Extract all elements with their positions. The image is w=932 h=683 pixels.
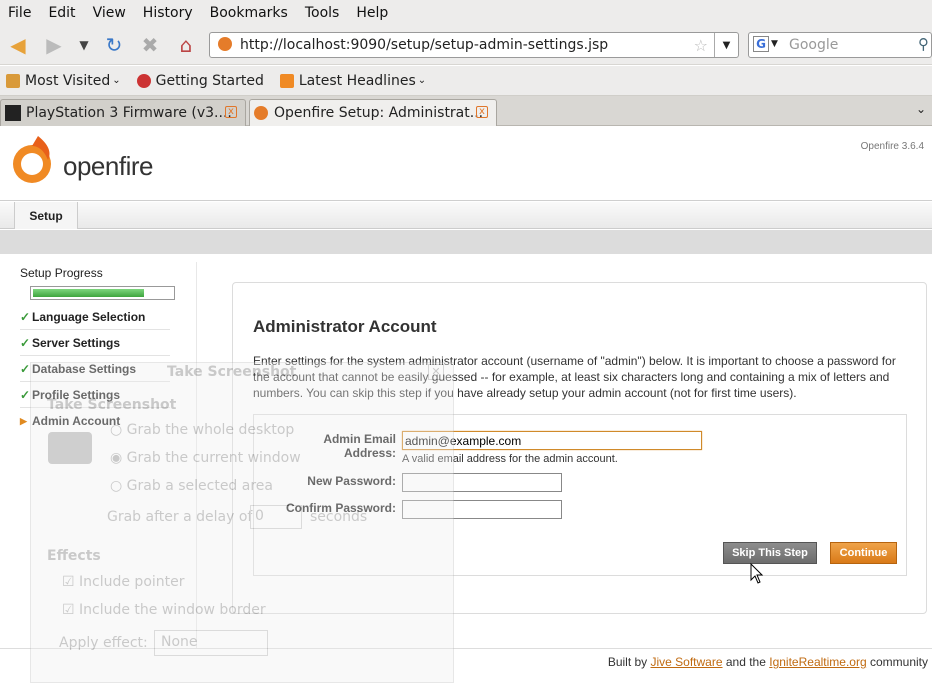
openfire-logo-text: openfire bbox=[63, 151, 153, 181]
close-tab-icon[interactable]: x bbox=[476, 106, 488, 118]
setup-sidebar: Setup Progress ✓ Language Selection ✓ Serv… bbox=[20, 266, 180, 434]
step-language: ✓ Language Selection bbox=[20, 304, 170, 330]
site-favicon-icon bbox=[218, 37, 232, 51]
step-label: Profile Settings bbox=[32, 387, 121, 402]
history-dropdown-icon[interactable]: ▼ bbox=[72, 33, 96, 57]
bookmark-label: Getting Started bbox=[155, 72, 264, 89]
sidebar-divider bbox=[196, 262, 197, 662]
ps-favicon-icon bbox=[5, 105, 21, 121]
bookmark-star-icon[interactable]: ☆ bbox=[694, 36, 708, 55]
panel-description: Enter settings for the system administra… bbox=[253, 354, 896, 400]
menu-file[interactable]: File bbox=[8, 5, 31, 21]
menu-edit[interactable]: Edit bbox=[48, 5, 75, 21]
confirm-password-field[interactable] bbox=[402, 500, 562, 519]
folder-icon bbox=[6, 73, 20, 88]
footer-middle: and the bbox=[722, 655, 770, 669]
search-placeholder: Google bbox=[789, 37, 839, 53]
step-label: Admin Account bbox=[32, 414, 121, 428]
menu-bar: File Edit View History Bookmarks Tools H… bbox=[0, 0, 932, 25]
menu-tools[interactable]: Tools bbox=[305, 5, 340, 21]
step-profile: ✓ Profile Settings bbox=[20, 382, 170, 408]
new-password-label: New Password: bbox=[307, 474, 396, 488]
reload-icon[interactable]: ↻ bbox=[102, 33, 126, 57]
bookmark-label: Latest Headlines bbox=[298, 72, 416, 89]
bookmarks-toolbar: Most Visited ⌄ Getting Started Latest Hea… bbox=[0, 66, 932, 96]
checkmark-icon: ✓ bbox=[20, 387, 31, 402]
tab-label: Openfire Setup: Administrat... bbox=[274, 105, 484, 121]
home-icon[interactable]: ⌂ bbox=[174, 33, 198, 57]
url-bar[interactable]: http://localhost:9090/setup/setup-admin-… bbox=[209, 32, 739, 58]
step-label: Server Settings bbox=[32, 335, 121, 350]
page-footer: Built by Jive Software and the IgniteRea… bbox=[0, 648, 932, 683]
checkmark-icon: ✓ bbox=[20, 335, 31, 350]
skip-step-button[interactable]: Skip This Step bbox=[723, 542, 817, 564]
ignite-realtime-link[interactable]: IgniteRealtime.org bbox=[769, 655, 866, 669]
close-tab-icon[interactable]: x bbox=[225, 106, 237, 118]
openfire-favicon-icon bbox=[254, 106, 268, 120]
step-server: ✓ Server Settings bbox=[20, 330, 170, 356]
openfire-logo-icon bbox=[13, 136, 51, 183]
engine-dropdown-icon[interactable]: ▼ bbox=[771, 39, 778, 49]
footer-prefix: Built by bbox=[607, 655, 651, 669]
tab-openfire-setup[interactable]: Openfire Setup: Administrat... x bbox=[249, 99, 497, 126]
search-icon[interactable]: ⚲ bbox=[918, 35, 929, 53]
version-label: Openfire 3.6.4 bbox=[860, 141, 924, 152]
checkmark-icon: ✓ bbox=[20, 361, 31, 376]
chevron-down-icon: ⌄ bbox=[417, 75, 427, 86]
bookmark-most-visited[interactable]: Most Visited ⌄ bbox=[6, 73, 121, 89]
progress-bar bbox=[30, 286, 175, 300]
page-content: openfire Openfire 3.6.4 Setup Setup Prog… bbox=[0, 126, 932, 683]
admin-account-panel: Administrator Account Enter settings for… bbox=[232, 282, 927, 614]
url-text: http://localhost:9090/setup/setup-admin-… bbox=[240, 37, 609, 53]
bookmark-label: Most Visited bbox=[25, 72, 111, 89]
progress-fill bbox=[33, 289, 145, 297]
menu-view[interactable]: View bbox=[93, 5, 126, 21]
footer-suffix: community bbox=[866, 655, 928, 669]
jive-software-link[interactable]: Jive Software bbox=[651, 655, 723, 669]
google-engine-icon[interactable]: G bbox=[753, 36, 769, 52]
openfire-header: openfire Openfire 3.6.4 bbox=[0, 126, 932, 201]
email-field[interactable] bbox=[402, 431, 702, 450]
bookmark-latest-headlines[interactable]: Latest Headlines ⌄ bbox=[279, 72, 427, 89]
subnav-bar bbox=[0, 230, 932, 254]
step-admin: ▶ Admin Account bbox=[20, 408, 170, 434]
email-hint: A valid email address for the admin acco… bbox=[402, 453, 618, 465]
tab-playstation[interactable]: PlayStation 3 Firmware (v3.... x bbox=[0, 99, 246, 126]
menu-history[interactable]: History bbox=[143, 5, 193, 21]
new-password-field[interactable] bbox=[402, 473, 562, 492]
chevron-down-icon: ⌄ bbox=[112, 75, 121, 86]
tab-setup[interactable]: Setup bbox=[14, 202, 78, 229]
tab-list-icon[interactable]: ⌄ bbox=[916, 102, 926, 116]
mouse-pointer-icon bbox=[750, 563, 764, 584]
admin-form: Admin Email Address: A valid email addre… bbox=[253, 414, 907, 576]
continue-button[interactable]: Continue bbox=[830, 542, 897, 564]
forward-arrow-icon[interactable]: ▶ bbox=[42, 33, 66, 57]
step-list: ✓ Language Selection ✓ Server Settings ✓ Da… bbox=[20, 304, 180, 434]
back-arrow-icon[interactable]: ◀ bbox=[6, 33, 30, 57]
stop-icon[interactable]: ✖ bbox=[138, 33, 162, 57]
firefox-icon bbox=[136, 73, 151, 88]
progress-title: Setup Progress bbox=[20, 266, 103, 280]
search-box[interactable]: G ▼ Google ⚲ bbox=[748, 32, 932, 58]
tab-label: PlayStation 3 Firmware (v3.... bbox=[26, 105, 232, 121]
navigation-toolbar: ◀ ▶ ▼ ↻ ✖ ⌂ http://localhost:9090/setup/… bbox=[0, 25, 932, 65]
current-step-arrow-icon: ▶ bbox=[20, 415, 27, 426]
panel-title: Administrator Account bbox=[253, 317, 437, 336]
email-label: Admin Email Address: bbox=[323, 432, 396, 460]
footer-text: Built by Jive Software and the IgniteRea… bbox=[608, 655, 928, 669]
rss-feed-icon bbox=[279, 73, 294, 88]
step-label: Database Settings bbox=[32, 361, 137, 376]
menu-help[interactable]: Help bbox=[356, 5, 388, 21]
checkmark-icon: ✓ bbox=[20, 309, 31, 324]
bookmark-getting-started[interactable]: Getting Started bbox=[136, 72, 264, 89]
tab-bar: PlayStation 3 Firmware (v3.... x Openfir… bbox=[0, 96, 932, 126]
confirm-password-label: Confirm Password: bbox=[285, 501, 396, 515]
openfire-nav: Setup bbox=[0, 202, 932, 229]
step-label: Language Selection bbox=[32, 309, 146, 324]
url-dropdown-icon[interactable]: ▼ bbox=[714, 33, 738, 57]
step-database: ✓ Database Settings bbox=[20, 356, 170, 382]
menu-bookmarks[interactable]: Bookmarks bbox=[210, 5, 288, 21]
